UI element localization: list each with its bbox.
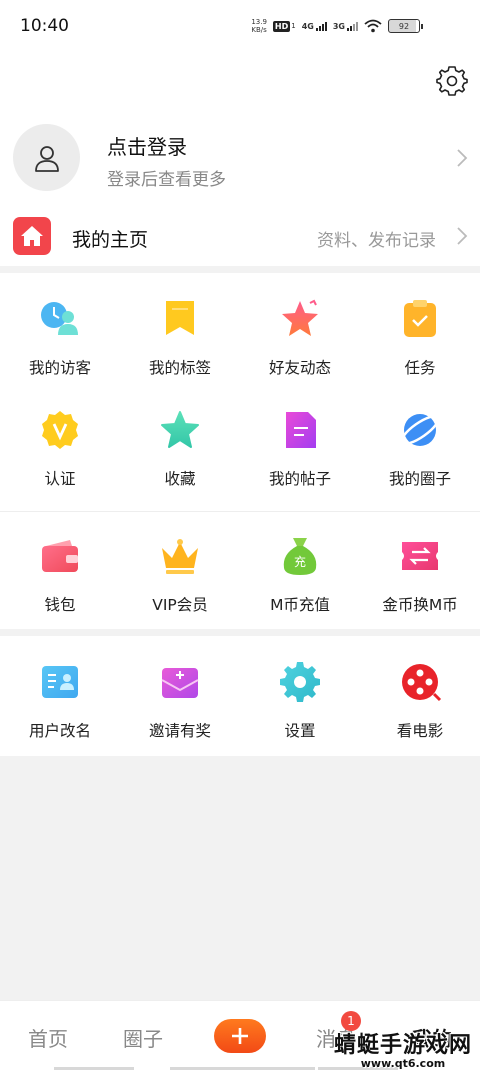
section-divider (0, 629, 480, 636)
watch-movie-item[interactable]: 看电影 (360, 659, 480, 741)
planet-icon (397, 407, 443, 453)
bookmark-icon (157, 296, 203, 342)
homepage-title: 我的主页 (72, 229, 149, 251)
verify-badge-icon (37, 407, 83, 453)
hd-icon: HD (272, 20, 291, 32)
favorites-item[interactable]: 收藏 (120, 407, 240, 489)
section-divider (0, 266, 480, 273)
favorite-star-icon (157, 407, 203, 453)
status-time: 10:40 (20, 16, 69, 36)
crown-icon (157, 533, 203, 579)
signal-3g-icon: 3G (333, 21, 358, 31)
empty-content-area (0, 756, 480, 1000)
my-visitors-item[interactable]: 我的访客 (0, 296, 120, 378)
tab-circle[interactable]: 圈子 (123, 1023, 163, 1052)
login-title[interactable]: 点击登录 (107, 131, 187, 160)
user-icon (34, 145, 59, 172)
login-subtitle: 登录后查看更多 (107, 170, 226, 190)
site-watermark: 蜻蜓手游戏网 www.qt6.com (333, 1033, 472, 1070)
m-coin-recharge-item[interactable]: 充 M币充值 (240, 533, 360, 615)
rename-user-item[interactable]: 用户改名 (0, 659, 120, 741)
wifi-icon (364, 19, 382, 33)
signal-4g-icon: 4G (302, 21, 327, 31)
money-bag-icon: 充 (277, 533, 323, 579)
network-speed: 13.9 KB/s (251, 18, 267, 34)
friend-feed-item[interactable]: 好友动态 (240, 296, 360, 378)
invite-reward-item[interactable]: 邀请有奖 (120, 659, 240, 741)
film-reel-icon (397, 659, 443, 705)
my-posts-item[interactable]: 我的帖子 (240, 407, 360, 489)
my-homepage-row[interactable]: 我的主页 资料、发布记录 (0, 214, 480, 260)
add-post-button[interactable] (214, 1019, 266, 1053)
vip-member-item[interactable]: VIP会员 (120, 533, 240, 615)
gear-icon (277, 659, 323, 705)
gold-to-m-coin-item[interactable]: 金币换M币 (360, 533, 480, 615)
my-tags-item[interactable]: 我的标签 (120, 296, 240, 378)
chevron-right-icon (457, 227, 468, 245)
settings-gear-icon[interactable] (436, 64, 468, 96)
login-card[interactable]: 点击登录 登录后查看更多 (0, 118, 480, 198)
tasks-item[interactable]: 任务 (360, 296, 480, 378)
clipboard-icon (397, 296, 443, 342)
exchange-ticket-icon (397, 533, 443, 579)
tab-home[interactable]: 首页 (28, 1023, 68, 1052)
my-circles-item[interactable]: 我的圈子 (360, 407, 480, 489)
chevron-right-icon (457, 149, 468, 167)
envelope-icon (157, 659, 203, 705)
svg-text:充: 充 (294, 554, 306, 569)
section-divider (0, 511, 480, 512)
wallet-item[interactable]: 钱包 (0, 533, 120, 615)
id-card-icon (37, 659, 83, 705)
status-icons: 13.9 KB/s HD 1 4G 3G 92 (251, 18, 423, 34)
settings-item[interactable]: 设置 (240, 659, 360, 741)
document-icon (277, 407, 323, 453)
battery-icon: 92 (388, 19, 423, 33)
visitor-icon (37, 296, 83, 342)
wallet-icon (37, 533, 83, 579)
homepage-subtitle: 资料、发布记录 (317, 231, 436, 251)
plus-icon (232, 1028, 248, 1044)
verification-item[interactable]: 认证 (0, 407, 120, 489)
star-icon (277, 296, 323, 342)
avatar[interactable] (13, 124, 80, 191)
home-icon (13, 217, 51, 255)
